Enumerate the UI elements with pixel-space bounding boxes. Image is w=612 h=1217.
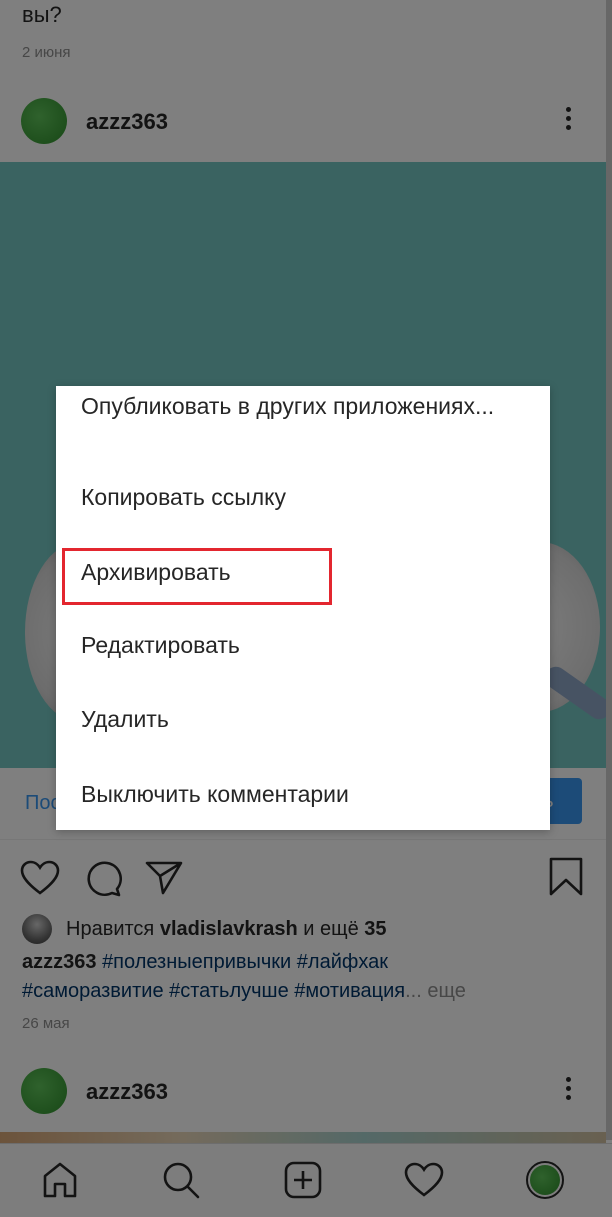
post-options-dialog: Опубликовать в других приложениях... Коп… [56, 386, 550, 830]
menu-item-edit[interactable]: Редактировать [81, 627, 541, 663]
menu-item-turn-off-comments[interactable]: Выключить комментарии [81, 776, 541, 812]
menu-item-share-to-other-apps[interactable]: Опубликовать в других приложениях... [81, 388, 541, 424]
menu-item-delete[interactable]: Удалить [81, 701, 541, 737]
menu-item-copy-link[interactable]: Копировать ссылку [81, 479, 541, 515]
archive-highlight-box [62, 548, 332, 605]
